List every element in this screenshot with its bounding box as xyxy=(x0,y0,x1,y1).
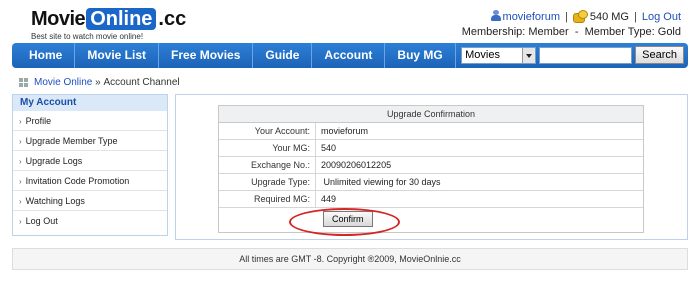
coin-icon xyxy=(572,10,588,23)
site-logo[interactable]: Movie Online .cc Best site to watch movi… xyxy=(31,8,187,41)
sidebar-item-label: Profile xyxy=(25,116,52,126)
chevron-down-icon[interactable] xyxy=(522,47,536,63)
logout-link[interactable]: Log Out xyxy=(642,11,681,23)
nav-guide[interactable]: Guide xyxy=(253,43,313,68)
table-row: Your Account: movieforum xyxy=(219,123,643,140)
user-icon xyxy=(490,10,501,21)
nav-free-movies[interactable]: Free Movies xyxy=(159,43,254,68)
sidebar-item-upgrade-logs[interactable]: › Upgrade Logs xyxy=(13,151,167,171)
breadcrumb-current: Account Channel xyxy=(103,77,180,88)
sidebar-item-label: Upgrade Member Type xyxy=(25,136,118,146)
chevron-right-icon: › xyxy=(19,157,22,166)
user-bar: movieforum | 540 MG | Log Out Membership: Me… xyxy=(462,10,681,39)
nav-buy-mg[interactable]: Buy MG xyxy=(385,43,456,68)
row-label: Exchange No.: xyxy=(219,157,316,173)
page-footer: All times are GMT -8. Copyright ®2009, M… xyxy=(12,248,688,270)
sidebar-item-profile[interactable]: › Profile xyxy=(13,111,167,131)
membership-info: Membership: Member - Member Type: Gold xyxy=(461,26,681,38)
chevron-right-icon: › xyxy=(19,197,22,206)
row-value: movieforum xyxy=(321,126,369,136)
sidebar-item-watching-logs[interactable]: › Watching Logs xyxy=(13,191,167,211)
separator: | xyxy=(565,11,568,23)
row-label: Required MG: xyxy=(219,191,316,207)
main-panel: Upgrade Confirmation Your Account: movie… xyxy=(175,94,688,240)
search-category-value: Movies xyxy=(465,48,500,61)
row-value: 540 xyxy=(321,143,337,153)
table-row: Upgrade Type: Unlimited viewing for 30 d… xyxy=(219,174,643,191)
sidebar-item-label: Watching Logs xyxy=(25,196,85,206)
search-category-select[interactable]: Movies xyxy=(461,46,537,64)
main-nav: Home Movie List Free Movies Guide Accoun… xyxy=(12,43,688,68)
search-bar: Movies Search xyxy=(461,46,684,64)
row-label: Upgrade Type: xyxy=(219,174,316,190)
row-value: 449 xyxy=(321,194,337,204)
site-tagline: Best site to watch movie online! xyxy=(31,32,144,41)
nav-home[interactable]: Home xyxy=(12,43,76,68)
sidebar-item-logout[interactable]: › Log Out xyxy=(13,211,167,231)
logo-word: Movie xyxy=(31,8,86,30)
grid-icon xyxy=(19,78,28,87)
row-label: Your Account: xyxy=(219,123,316,139)
sidebar-item-invitation-code[interactable]: › Invitation Code Promotion xyxy=(13,171,167,191)
search-button[interactable]: Search xyxy=(635,46,684,64)
chevron-right-icon: › xyxy=(19,117,22,126)
sidebar-title: My Account xyxy=(13,95,167,111)
confirmation-title: Upgrade Confirmation xyxy=(219,106,643,123)
breadcrumb-root-link[interactable]: Movie Online xyxy=(34,77,92,88)
upgrade-confirmation-table: Upgrade Confirmation Your Account: movie… xyxy=(218,105,644,233)
mg-balance: 540 MG xyxy=(589,11,629,23)
sidebar-item-label: Upgrade Logs xyxy=(25,156,83,166)
sidebar-item-label: Invitation Code Promotion xyxy=(25,176,130,186)
logo-boxed-word: Online xyxy=(86,8,157,30)
nav-account[interactable]: Account xyxy=(312,43,386,68)
sidebar-item-label: Log Out xyxy=(25,216,58,226)
search-input[interactable] xyxy=(539,46,633,64)
table-row: Your MG: 540 xyxy=(219,140,643,157)
breadcrumb-separator: » xyxy=(92,77,104,88)
sidebar-item-upgrade-member-type[interactable]: › Upgrade Member Type xyxy=(13,131,167,151)
chevron-right-icon: › xyxy=(19,217,22,226)
account-sidebar: My Account › Profile › Upgrade Member Type… xyxy=(12,94,168,236)
confirm-button[interactable]: Confirm xyxy=(323,211,373,227)
chevron-right-icon: › xyxy=(19,137,22,146)
nav-movie-list[interactable]: Movie List xyxy=(75,43,160,68)
breadcrumb: Movie Online » Account Channel xyxy=(19,77,180,88)
table-row: Required MG: 449 xyxy=(219,191,643,208)
row-value: Unlimited viewing for 30 days xyxy=(321,177,441,187)
row-value: 20090206012205 xyxy=(321,160,392,170)
chevron-right-icon: › xyxy=(19,177,22,186)
confirmation-actions: Confirm xyxy=(219,208,643,232)
table-row: Exchange No.: 20090206012205 xyxy=(219,157,643,174)
separator: | xyxy=(634,11,637,23)
username-link[interactable]: movieforum xyxy=(503,11,560,23)
row-label: Your MG: xyxy=(219,140,316,156)
logo-suffix: .cc xyxy=(158,8,187,30)
